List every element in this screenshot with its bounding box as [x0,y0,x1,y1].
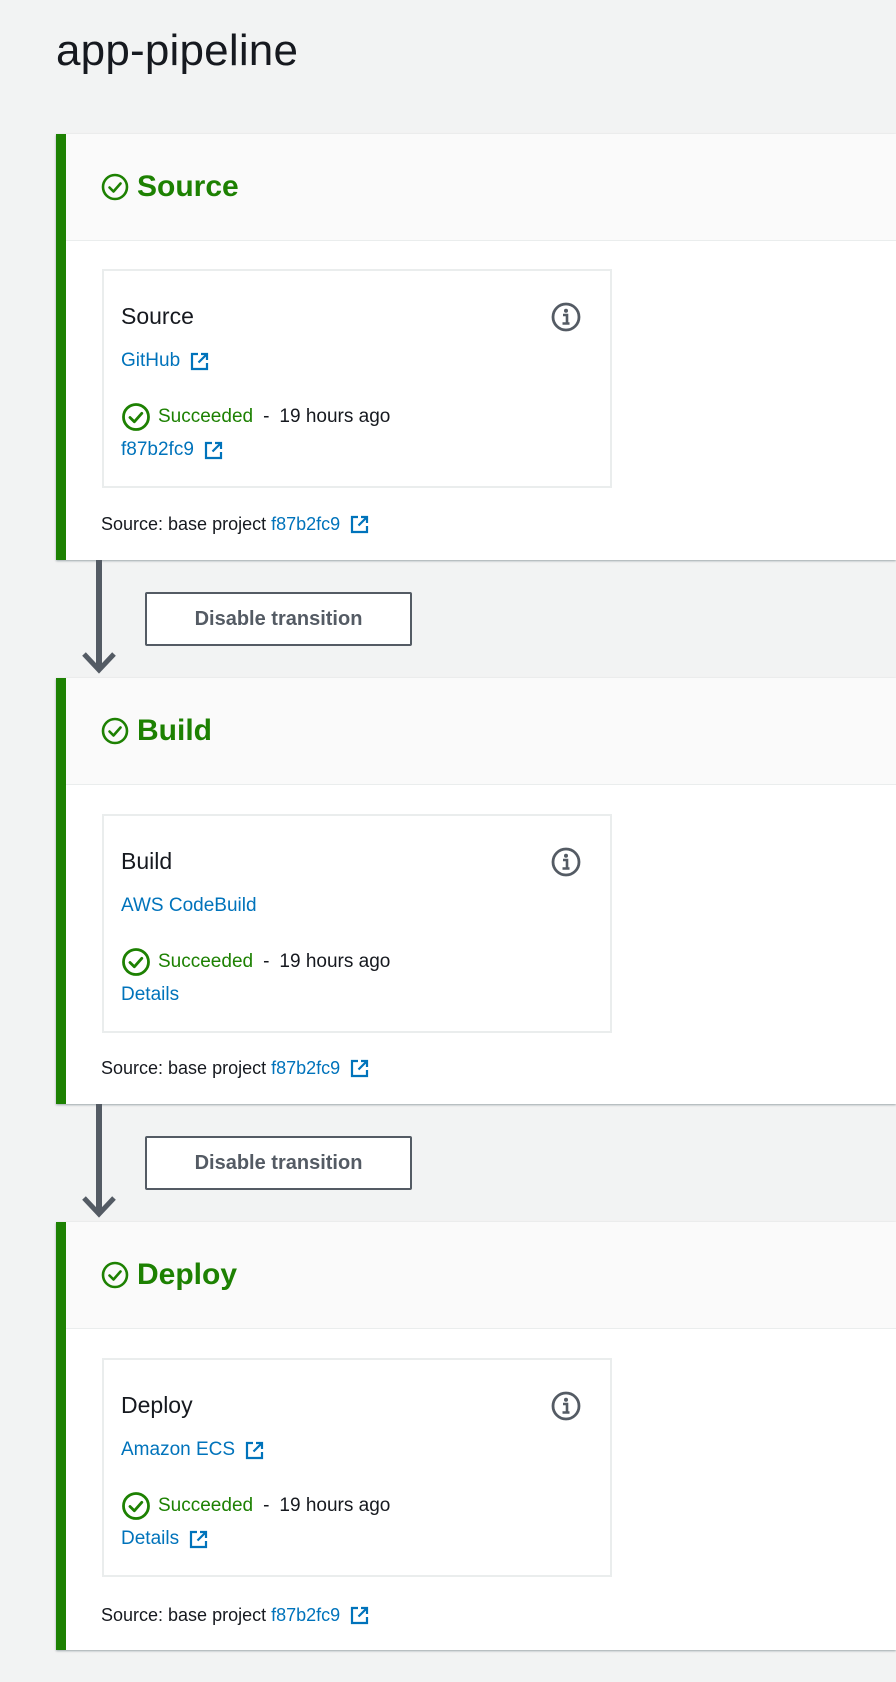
action-status: Succeeded - 19 hours ago [121,1491,390,1521]
status-separator: - [263,406,270,427]
transition: Disable transition [56,1104,896,1222]
stage-header: Source [66,134,896,241]
arrow-down-icon [82,1196,116,1218]
details-link[interactable]: Details [121,984,179,1006]
info-icon[interactable] [550,1390,582,1422]
check-circle-icon [101,1261,129,1289]
details-label: Details [121,1528,180,1549]
arrow-down-icon [82,652,116,674]
status-separator: - [263,951,270,972]
source-commit-link[interactable]: f87b2fc9 [271,1605,340,1626]
stage-header: Build [66,678,896,785]
status-time: 19 hours ago [279,1495,391,1516]
check-circle-icon [101,717,129,745]
action-card: Deploy Amazon ECS Succeeded - 19 hours a… [102,1358,612,1577]
stage-name: Deploy [137,1258,238,1291]
commit-link[interactable]: f87b2fc9 [121,439,223,461]
status-separator: - [263,1495,270,1516]
external-link-icon [245,1441,264,1459]
provider-label: AWS CodeBuild [121,895,257,916]
provider-link[interactable]: AWS CodeBuild [121,895,257,917]
action-status: Succeeded - 19 hours ago [121,947,390,977]
action-status: Succeeded - 19 hours ago [121,402,390,432]
stage-name: Source [137,170,239,203]
stage-source-info: Source: base project f87b2fc9 [101,514,369,535]
status-text: Succeeded [158,951,254,972]
source-label: Source: base project [101,514,267,534]
external-link-icon [191,352,209,370]
commit-label: f87b2fc9 [121,439,194,460]
external-link-icon[interactable] [350,1059,369,1078]
stage-source-info: Source: base project f87b2fc9 [101,1058,369,1079]
status-time: 19 hours ago [279,951,391,972]
provider-link[interactable]: GitHub [121,350,209,372]
action-name: Source [121,303,194,329]
provider-label: Amazon ECS [121,1439,236,1460]
info-icon[interactable] [550,846,582,878]
stage-source-info: Source: base project f87b2fc9 [101,1605,369,1626]
action-card: Source GitHub Succeeded - 19 hours ago f… [102,269,612,488]
check-circle-icon [122,403,150,431]
provider-label: GitHub [121,350,181,371]
provider-link[interactable]: Amazon ECS [121,1439,264,1461]
source-commit-link[interactable]: f87b2fc9 [271,514,340,535]
source-label: Source: base project [101,1058,267,1078]
external-link-icon [204,441,223,459]
external-link-icon [189,1530,208,1548]
details-label: Details [121,984,180,1005]
stage-header: Deploy [66,1222,896,1329]
status-text: Succeeded [158,1495,254,1516]
check-circle-icon [122,948,150,976]
status-time: 19 hours ago [279,406,391,427]
info-icon[interactable] [550,301,582,333]
external-link-icon[interactable] [350,515,369,534]
details-link[interactable]: Details [121,1528,208,1550]
action-name: Deploy [121,1392,193,1418]
disable-transition-button[interactable]: Disable transition [145,592,412,646]
action-name: Build [121,848,173,874]
stage-build: Build Build AWS CodeBuild Succeeded - 19… [56,678,896,1104]
status-text: Succeeded [158,406,254,427]
stage-source: Source Source GitHub Succeeded - 19 hour… [56,134,896,560]
check-circle-icon [101,173,129,201]
stage-name: Build [137,714,212,747]
source-commit-link[interactable]: f87b2fc9 [271,1058,340,1079]
check-circle-icon [122,1492,150,1520]
stage-deploy: Deploy Deploy Amazon ECS Succeeded - 19 … [56,1222,896,1650]
disable-transition-button[interactable]: Disable transition [145,1136,412,1190]
page-title: app-pipeline [56,26,299,75]
external-link-icon[interactable] [350,1606,369,1625]
source-label: Source: base project [101,1605,267,1625]
transition: Disable transition [56,560,896,678]
action-card: Build AWS CodeBuild Succeeded - 19 hours… [102,814,612,1033]
